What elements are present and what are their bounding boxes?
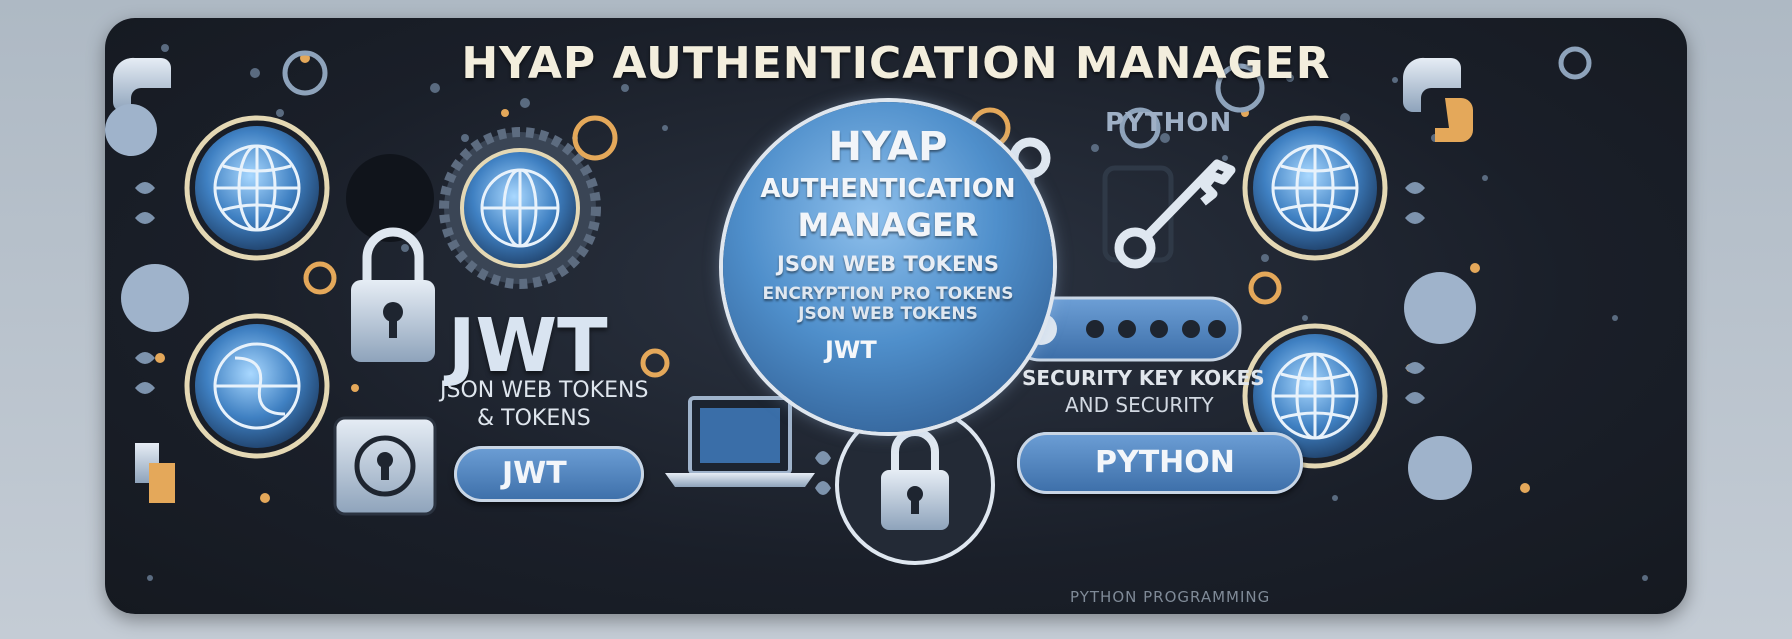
keyhole-icon [333, 416, 437, 516]
security-line-1: SECURITY KEY KOKES [1022, 366, 1265, 390]
jwt-heading: JWT [448, 303, 608, 389]
jwt-subtitle-1: JSON WEB TOKENS [440, 378, 649, 403]
center-badge-line4: JSON WEB TOKENS [777, 252, 999, 276]
key-icon [1102, 159, 1236, 269]
center-badge-line1: HYAP [828, 124, 948, 170]
center-badge: HYAP AUTHENTICATION MANAGER JSON WEB TOK… [723, 102, 1053, 432]
gear-icon [439, 127, 601, 289]
banner-title: HYAP AUTHENTICATION MANAGER [461, 38, 1331, 89]
jwt-pill: JWT [454, 446, 644, 502]
python-pill-label: PYTHON [1095, 445, 1235, 480]
banner: HYAP AUTHENTICATION MANAGER PYTHON HYAP … [105, 18, 1687, 614]
center-badge-line3: MANAGER [797, 206, 979, 244]
lock-icon [351, 227, 435, 362]
python-top-label: PYTHON [1105, 108, 1233, 138]
jwt-pill-label: JWT [502, 456, 567, 491]
footer-text: PYTHON PROGRAMMING [1070, 588, 1271, 606]
lock-icon [835, 405, 995, 565]
center-badge-jwt: JWT [825, 336, 877, 364]
center-badge-line5: ENCRYPTION PRO TOKENS [762, 284, 1014, 304]
center-badge-line2: AUTHENTICATION [760, 174, 1016, 204]
center-badge-line6: JSON WEB TOKENS [798, 304, 978, 324]
security-line-2: AND SECURITY [1065, 393, 1214, 417]
globe-icon [184, 115, 330, 261]
globe-icon [184, 313, 330, 459]
jwt-subtitle-2: & TOKENS [477, 406, 591, 431]
laptop-icon [665, 396, 815, 487]
globe-icon [1242, 115, 1388, 261]
python-pill: PYTHON [1017, 432, 1303, 494]
